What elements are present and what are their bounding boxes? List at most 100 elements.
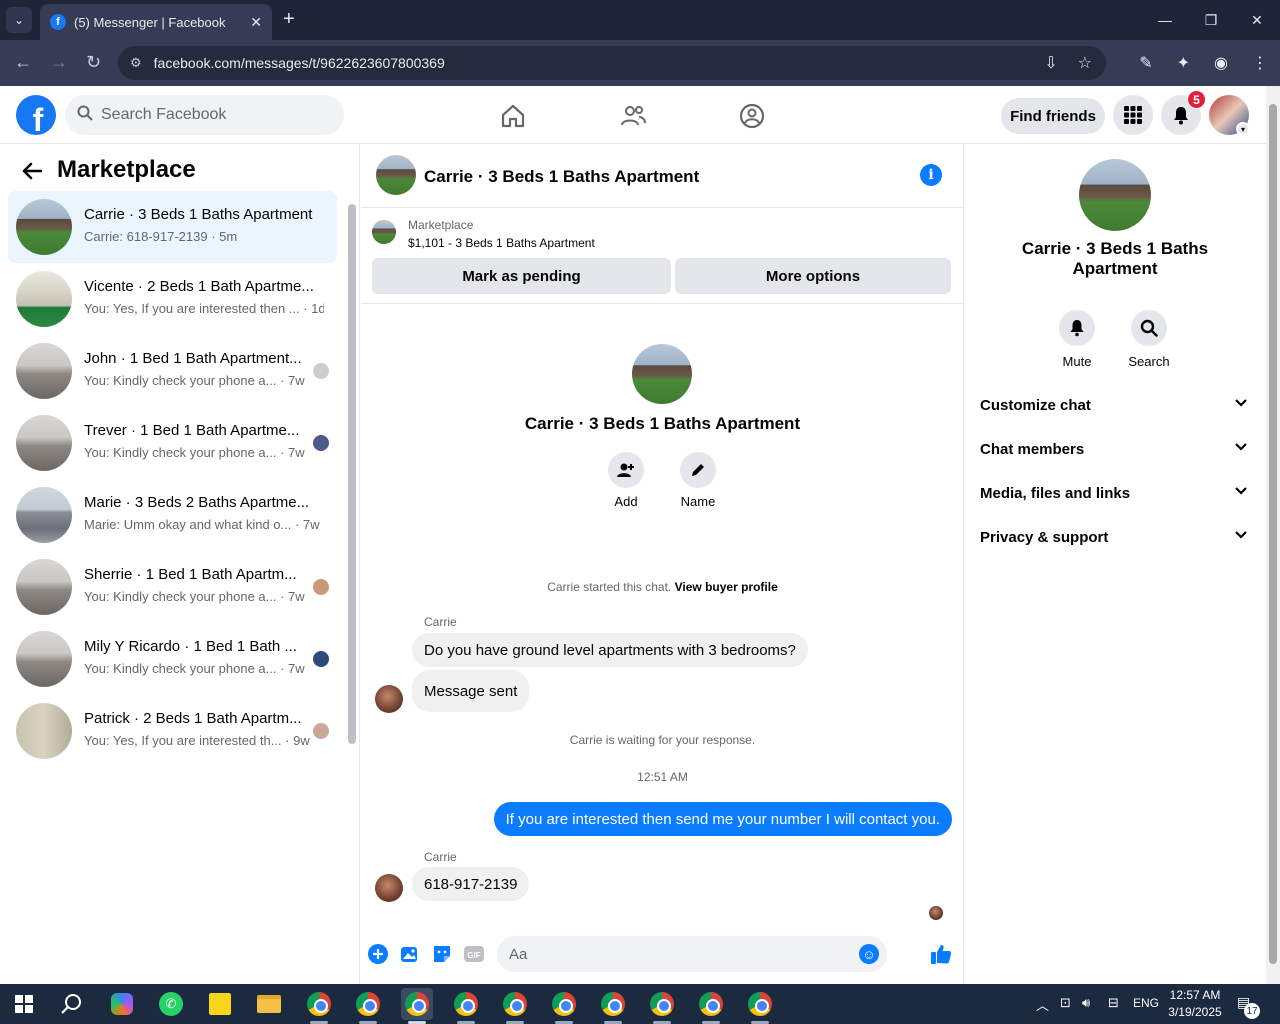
restore-icon[interactable]: ❐ bbox=[1188, 0, 1234, 40]
message-input[interactable]: Aa ☺ bbox=[497, 936, 887, 972]
mute-button[interactable]: Mute bbox=[1047, 310, 1107, 369]
language-indicator[interactable]: ENG bbox=[1133, 996, 1159, 1010]
back-arrow-icon[interactable] bbox=[22, 160, 43, 186]
chrome-window-icon[interactable] bbox=[548, 988, 580, 1020]
chrome-window-icon[interactable] bbox=[744, 988, 776, 1020]
windows-start-icon[interactable] bbox=[8, 988, 40, 1020]
friends-icon[interactable] bbox=[619, 102, 647, 130]
clock-date[interactable]: 3/19/2025 bbox=[1165, 1005, 1225, 1019]
chrome-window-icon[interactable] bbox=[695, 988, 727, 1020]
meet-now-icon[interactable]: ⊡ bbox=[1060, 995, 1071, 1011]
plus-circle-icon[interactable] bbox=[368, 944, 388, 964]
outgoing-message[interactable]: If you are interested then send me your … bbox=[493, 802, 952, 836]
page-scrollbar[interactable] bbox=[1266, 86, 1280, 984]
edit-name-button[interactable]: Name bbox=[668, 452, 728, 509]
marketplace-label: Marketplace bbox=[408, 218, 474, 232]
gif-icon[interactable]: GIF bbox=[464, 944, 484, 964]
extensions-icon[interactable]: ✦ bbox=[1177, 53, 1190, 73]
chat-title[interactable]: Carrie · 3 Beds 1 Baths Apartment bbox=[424, 167, 699, 187]
sticker-icon[interactable] bbox=[432, 944, 452, 964]
pen-icon[interactable]: ✎ bbox=[1139, 53, 1152, 73]
url-text: facebook.com/messages/t/9622623607800369 bbox=[153, 55, 445, 71]
chat-avatar[interactable] bbox=[376, 155, 416, 195]
copilot-icon[interactable] bbox=[106, 988, 138, 1020]
sender-avatar[interactable] bbox=[375, 874, 403, 902]
tab-title: (5) Messenger | Facebook bbox=[74, 14, 226, 30]
find-friends-button[interactable]: Find friends bbox=[1001, 98, 1105, 134]
file-explorer-icon[interactable] bbox=[253, 988, 285, 1020]
listing-thumbnail[interactable] bbox=[372, 220, 396, 244]
search-in-conversation-button[interactable]: Search bbox=[1119, 310, 1179, 369]
conversation-item[interactable]: Patrick · 2 Beds 1 Bath Apartm... You: Y… bbox=[8, 695, 337, 767]
conversation-name: Vicente · 2 Beds 1 Bath Apartme... bbox=[84, 278, 314, 295]
incoming-message[interactable]: Message sent bbox=[412, 670, 530, 712]
message-composer: GIF Aa ☺ bbox=[361, 934, 964, 984]
conversation-item[interactable]: John · 1 Bed 1 Bath Apartment... You: Ki… bbox=[8, 335, 337, 407]
mark-as-pending-button[interactable]: Mark as pending bbox=[372, 258, 671, 294]
chrome-window-icon[interactable] bbox=[499, 988, 531, 1020]
conversation-item[interactable]: Carrie · 3 Beds 1 Baths Apartment Carrie… bbox=[8, 191, 337, 263]
volume-icon[interactable]: 🔊︎ bbox=[1082, 995, 1090, 1011]
incoming-message[interactable]: Do you have ground level apartments with… bbox=[412, 633, 808, 667]
add-people-button[interactable]: Add bbox=[596, 452, 656, 509]
reload-icon[interactable]: ↻ bbox=[86, 52, 101, 73]
incoming-message[interactable]: 618-917-2139 bbox=[412, 867, 530, 901]
forward-icon[interactable]: → bbox=[50, 52, 68, 73]
chat-members-row[interactable]: Chat members bbox=[973, 427, 1258, 471]
browser-menu-icon[interactable]: ⋮ bbox=[1252, 53, 1268, 73]
minimize-icon[interactable]: — bbox=[1142, 0, 1188, 40]
conversation-preview: Carrie: 618-917-2139 · 5m bbox=[84, 229, 238, 244]
groups-icon[interactable] bbox=[738, 102, 766, 130]
waiting-notice: Carrie is waiting for your response. bbox=[569, 733, 756, 747]
chrome-window-icon[interactable] bbox=[450, 988, 482, 1020]
tray-chevron-icon[interactable]: ︿ bbox=[1036, 995, 1049, 1014]
details-avatar[interactable] bbox=[1079, 159, 1151, 231]
listing-thumbnail bbox=[16, 487, 72, 543]
chrome-window-icon[interactable] bbox=[646, 988, 678, 1020]
facebook-logo-icon[interactable]: f bbox=[16, 95, 56, 135]
network-icon[interactable]: ⊟ bbox=[1108, 995, 1119, 1011]
view-buyer-profile-link[interactable]: View buyer profile bbox=[675, 580, 778, 594]
more-options-button[interactable]: More options bbox=[675, 258, 951, 294]
emoji-icon[interactable]: ☺ bbox=[859, 944, 879, 964]
info-icon[interactable]: i bbox=[920, 164, 942, 186]
conversation-item[interactable]: Trever · 1 Bed 1 Bath Apartme... You: Ki… bbox=[8, 407, 337, 479]
chrome-window-icon[interactable] bbox=[352, 988, 384, 1020]
conversation-item[interactable]: Sherrie · 1 Bed 1 Bath Apartm... You: Ki… bbox=[8, 551, 337, 623]
privacy-support-row[interactable]: Privacy & support bbox=[973, 515, 1258, 559]
chrome-window-icon[interactable] bbox=[401, 988, 433, 1020]
sender-avatar[interactable] bbox=[375, 685, 403, 713]
profile-icon[interactable]: ◉ bbox=[1214, 53, 1228, 73]
close-tab-icon[interactable]: ✕ bbox=[250, 14, 262, 31]
address-bar[interactable]: ⚙ facebook.com/messages/t/96226236078003… bbox=[118, 46, 1106, 80]
sender-name: Carrie bbox=[424, 615, 457, 629]
bookmark-star-icon[interactable]: ☆ bbox=[1078, 53, 1092, 73]
chrome-window-icon[interactable] bbox=[303, 988, 335, 1020]
gallery-icon[interactable] bbox=[400, 944, 420, 964]
conversation-item[interactable]: Vicente · 2 Beds 1 Bath Apartme... You: … bbox=[8, 263, 337, 335]
tab-search-button[interactable]: ⌄ bbox=[6, 7, 32, 33]
clock-time[interactable]: 12:57 AM bbox=[1165, 988, 1225, 1002]
browser-tab[interactable]: f (5) Messenger | Facebook ✕ bbox=[40, 4, 272, 40]
new-tab-icon[interactable]: + bbox=[283, 8, 295, 31]
conversation-item[interactable]: Marie · 3 Beds 2 Baths Apartme... Marie:… bbox=[8, 479, 337, 551]
home-icon[interactable] bbox=[499, 102, 527, 130]
conversation-list-scrollbar[interactable] bbox=[348, 194, 356, 764]
facebook-search-input[interactable]: Search Facebook bbox=[65, 95, 344, 135]
listing-thumbnail bbox=[16, 703, 72, 759]
install-app-icon[interactable]: ⇩ bbox=[1044, 53, 1057, 73]
listing-price-title[interactable]: $1,101 - 3 Beds 1 Baths Apartment bbox=[408, 236, 595, 250]
chrome-window-icon[interactable] bbox=[597, 988, 629, 1020]
menu-grid-icon[interactable] bbox=[1113, 95, 1153, 135]
thumbs-up-icon[interactable] bbox=[929, 942, 953, 966]
media-files-links-row[interactable]: Media, files and links bbox=[973, 471, 1258, 515]
sticky-notes-icon[interactable] bbox=[204, 988, 236, 1020]
taskbar-search-icon[interactable] bbox=[56, 988, 88, 1020]
whatsapp-icon[interactable]: ✆ bbox=[155, 988, 187, 1020]
account-chevron-icon[interactable]: ▾ bbox=[1236, 122, 1250, 136]
back-icon[interactable]: ← bbox=[14, 52, 32, 73]
conversation-item[interactable]: Mily Y Ricardo · 1 Bed 1 Bath ... You: K… bbox=[8, 623, 337, 695]
site-info-icon[interactable]: ⚙ bbox=[130, 55, 142, 71]
close-window-icon[interactable]: ✕ bbox=[1234, 0, 1280, 40]
customize-chat-row[interactable]: Customize chat bbox=[973, 383, 1258, 427]
